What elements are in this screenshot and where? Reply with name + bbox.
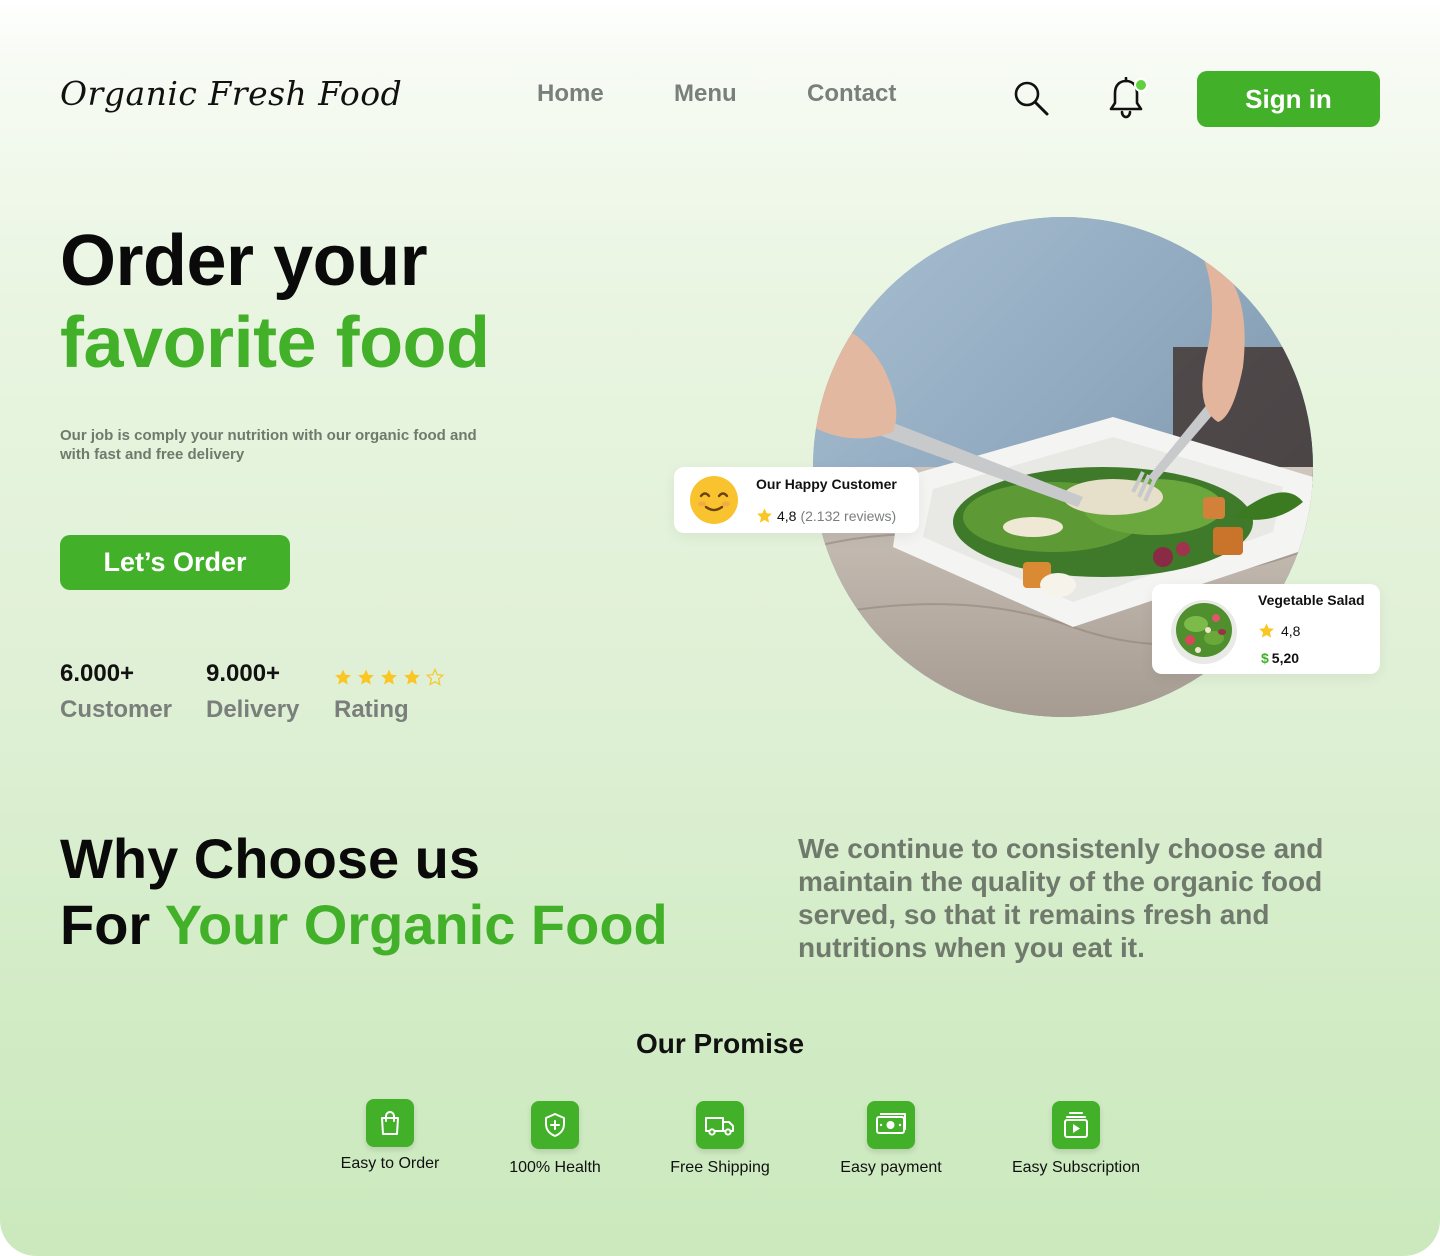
notifications-button[interactable] — [1106, 76, 1148, 120]
stat-value: 9.000+ — [206, 660, 281, 687]
why-title-line2: For Your Organic Food — [60, 892, 668, 957]
promise-item-easy-subscription: Easy Subscription — [1008, 1101, 1144, 1177]
promise-label: Easy to Order — [340, 1155, 440, 1172]
star-empty-icon — [426, 668, 444, 686]
promise-item-health: 100% Health — [498, 1101, 612, 1177]
rating-stars — [334, 660, 444, 692]
shopping-bag-icon — [366, 1099, 414, 1147]
stat-delivery: 9.000+ Delivery — [206, 660, 299, 724]
salad-rating: 4,8 — [1281, 622, 1301, 639]
lets-order-button[interactable]: Let’s Order — [60, 535, 290, 590]
search-icon — [1014, 81, 1049, 116]
search-button[interactable] — [1011, 76, 1051, 120]
shield-plus-icon — [531, 1101, 579, 1149]
star-filled-icon — [358, 669, 374, 685]
sign-in-button[interactable]: Sign in — [1197, 71, 1380, 127]
stat-label: Rating — [334, 696, 409, 723]
subscription-play-icon — [1052, 1101, 1100, 1149]
stat-rating: Rating — [334, 660, 444, 724]
star-filled-icon — [335, 669, 351, 685]
hero-title-line2: favorite food — [60, 303, 490, 383]
customer-reviews-count: (2.132 reviews) — [800, 507, 897, 524]
notification-dot — [1134, 78, 1148, 92]
salad-rating-row: 4,8 — [1258, 622, 1300, 639]
customer-rating: 4,8 — [777, 507, 797, 524]
promise-label: Easy Subscription — [1011, 1159, 1141, 1176]
salad-bowl-image — [1170, 592, 1238, 666]
customer-card-title: Our Happy Customer — [756, 476, 897, 492]
nav-menu-link[interactable]: Menu — [674, 80, 737, 108]
promise-item-easy-to-order: Easy to Order — [336, 1099, 444, 1173]
promise-item-free-shipping: Free Shipping — [660, 1101, 780, 1177]
stat-label: Customer — [60, 696, 173, 723]
truck-icon — [696, 1101, 744, 1149]
stat-value: 6.000+ — [60, 660, 135, 687]
star-filled-icon — [381, 669, 397, 685]
star-icon — [757, 508, 772, 523]
stat-customers: 6.000+ Customer — [60, 660, 172, 724]
why-description: We continue to consistenly choose and ma… — [798, 833, 1324, 963]
promise-title: Our Promise — [635, 1028, 805, 1059]
customer-rating-row: 4,8 (2.132 reviews) — [756, 507, 896, 524]
stat-label: Delivery — [206, 696, 300, 723]
why-title-prefix: For — [60, 893, 165, 956]
salad-price: $5,20 — [1261, 650, 1299, 666]
hero-description: Our job is comply your nutrition with ou… — [60, 427, 477, 463]
star-filled-icon — [404, 669, 420, 685]
logo[interactable]: Organic Fresh Food — [60, 74, 402, 113]
promise-item-easy-payment: Easy payment — [832, 1101, 950, 1177]
hero-title-line1: Order your — [60, 221, 428, 301]
salad-card-title: Vegetable Salad — [1258, 592, 1365, 608]
promise-label: 100% Health — [509, 1159, 601, 1176]
star-icon — [1259, 623, 1274, 638]
vegetable-salad-card[interactable]: Vegetable Salad 4,8 $5,20 — [1152, 584, 1380, 674]
price-value: 5,20 — [1271, 650, 1300, 666]
nav-contact-link[interactable]: Contact — [807, 80, 896, 108]
currency-symbol: $ — [1261, 650, 1269, 666]
promise-label: Easy payment — [840, 1159, 942, 1176]
why-title-accent: Your Organic Food — [164, 893, 668, 956]
salad-thumbnail — [1170, 592, 1238, 666]
money-icon — [867, 1101, 915, 1149]
page: Organic Fresh Food Home Menu Contact Sig… — [0, 0, 1440, 1256]
smiling-face-icon — [690, 476, 738, 524]
promise-label: Free Shipping — [670, 1159, 770, 1176]
why-title-line1: Why Choose us — [60, 827, 481, 890]
nav-home-link[interactable]: Home — [537, 80, 604, 108]
happy-customer-card: Our Happy Customer 4,8 (2.132 reviews) — [674, 467, 919, 533]
